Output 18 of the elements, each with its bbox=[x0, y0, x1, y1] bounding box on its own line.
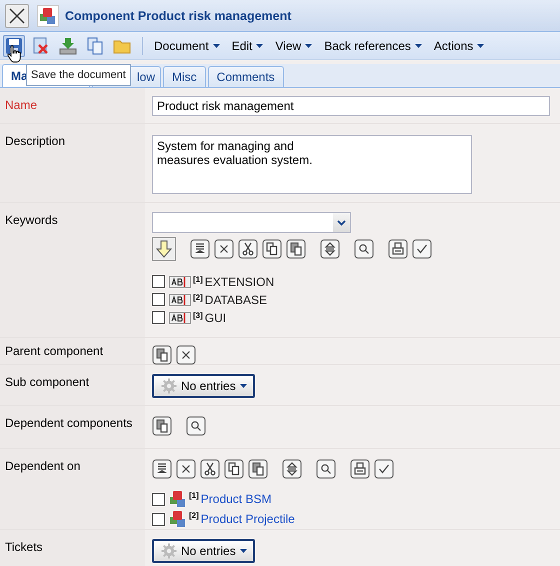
index-label: [2] bbox=[189, 511, 199, 520]
index-label: [2] bbox=[193, 293, 203, 302]
index-label: [1] bbox=[189, 491, 199, 500]
index-label: [3] bbox=[193, 311, 203, 320]
tooltip: Save the document bbox=[26, 64, 131, 86]
field-label: Dependent on bbox=[0, 449, 145, 529]
window-title: Component Product risk management bbox=[65, 8, 292, 22]
field-label: Parent component bbox=[0, 338, 145, 364]
field-label: Name bbox=[0, 88, 145, 123]
keyword-label: EXTENSION bbox=[204, 274, 274, 288]
index-label: [1] bbox=[193, 275, 203, 284]
keyword-label: GUI bbox=[204, 310, 226, 324]
field-label: Sub component bbox=[0, 365, 145, 405]
field-label: Description bbox=[0, 124, 145, 202]
keyword-label: DATABASE bbox=[204, 292, 268, 306]
field-label: Keywords bbox=[0, 203, 145, 337]
field-label: Dependent components bbox=[0, 406, 145, 448]
field-label: Tickets bbox=[0, 530, 145, 566]
